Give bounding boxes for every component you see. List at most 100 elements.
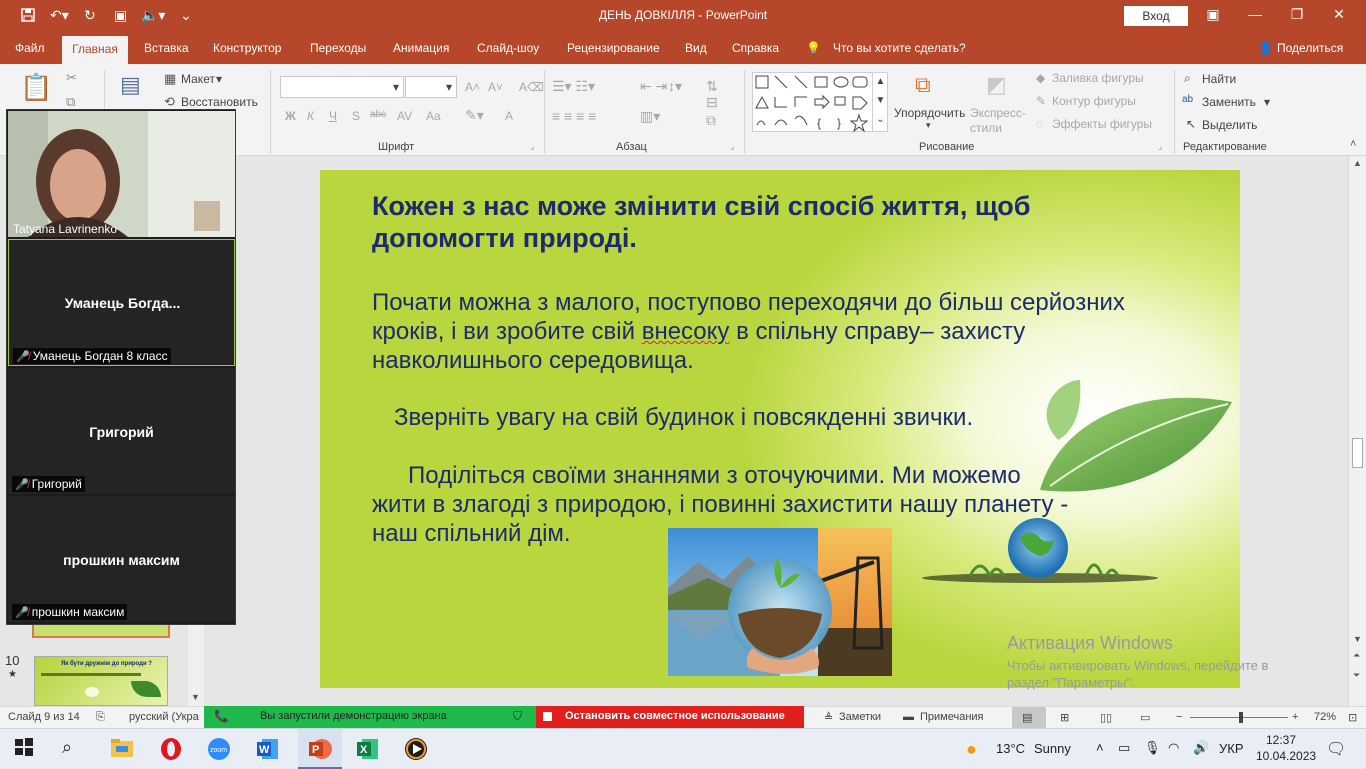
spellcheck-icon[interactable]: ⎘ — [96, 711, 105, 724]
shapes-gallery-scroll[interactable]: ▲ ▼ ⌄ — [872, 72, 888, 132]
find-button[interactable]: Найти — [1202, 72, 1236, 86]
shapes-gallery[interactable]: {} — [752, 72, 888, 133]
scroll-down-icon[interactable]: ▼ — [1353, 634, 1362, 644]
earth-in-hand-photo[interactable] — [668, 528, 892, 676]
fit-to-window-icon[interactable]: ⊡ — [1348, 711, 1357, 724]
clock-date[interactable]: 10.04.2023 — [1256, 749, 1316, 763]
slide-paragraph-1[interactable]: Почати можна з малого, поступово переход… — [372, 288, 1172, 375]
align-text-icon[interactable]: ⊟ — [706, 94, 718, 111]
weather-condition[interactable]: Sunny — [1034, 741, 1071, 756]
scroll-up-icon[interactable]: ▲ — [1353, 158, 1362, 168]
smartart-icon[interactable]: ⧉ — [706, 112, 716, 129]
replace-button[interactable]: Заменить — [1202, 95, 1256, 109]
next-slide-icon[interactable]: ⏷ — [1353, 670, 1360, 681]
zoom-slider-thumb[interactable] — [1238, 712, 1243, 723]
font-name-combo[interactable]: ▾ — [280, 76, 404, 98]
prev-slide-icon[interactable]: ⏶ — [1353, 650, 1360, 661]
tell-me-search[interactable]: Что вы хотите сделать? — [833, 41, 966, 55]
weather-sun-icon[interactable]: ● — [966, 739, 977, 760]
slideshow-view-icon[interactable]: ▭ — [1140, 711, 1150, 724]
slide-heading[interactable]: Кожен з нас може змінити свій спосіб жит… — [372, 190, 1172, 254]
arrange-icon[interactable]: ⧉ — [915, 72, 931, 98]
align-icons[interactable]: ≡ ≡ ≡ ≡ — [552, 108, 596, 124]
line-spacing-icon[interactable]: ↕▾ — [668, 78, 682, 95]
slide-paragraph-3-line-2[interactable]: жити в злагоді з природою, і повинні зах… — [372, 490, 1172, 519]
tab-file[interactable]: Файл — [15, 41, 45, 55]
participant-tile-active-speaker[interactable]: Уманець Богда... 🎤̸ Уманець Богдан 8 клас… — [8, 239, 235, 366]
show-hidden-icons[interactable]: ˄ — [1096, 740, 1104, 755]
change-case-button[interactable]: Aa — [426, 109, 441, 123]
slide-counter[interactable]: Слайд 9 из 14 — [8, 711, 80, 723]
participant-tile[interactable]: прошкин максим 🎤̸ прошкин максим — [8, 496, 235, 622]
language-indicator[interactable]: русский (Укра — [129, 711, 199, 723]
tab-view[interactable]: Вид — [685, 41, 707, 55]
powerpoint-taskbar-active[interactable]: P — [298, 729, 342, 769]
windows-start-icon[interactable] — [14, 737, 38, 761]
strikethrough-button[interactable]: abc — [370, 109, 386, 120]
reading-view-icon[interactable]: ▯▯ — [1100, 711, 1112, 724]
grow-font-icon[interactable]: A˄ — [465, 80, 480, 94]
stop-share-button[interactable]: Остановить совместное использование — [536, 706, 804, 728]
highlight-icon[interactable]: ✎▾ — [465, 107, 484, 124]
word-icon[interactable]: W — [256, 737, 280, 761]
participant-video-tile[interactable]: Tatyana Lavrinenko — [8, 111, 235, 237]
new-slide-icon[interactable]: ▤ — [120, 72, 141, 98]
shadow-button[interactable]: S — [352, 109, 360, 123]
quick-styles-icon[interactable]: ◩ — [986, 72, 1007, 98]
shrink-font-icon[interactable]: A˅ — [488, 80, 503, 94]
microphone-icon[interactable]: 🎙 — [1144, 740, 1161, 756]
font-color-button[interactable]: A — [505, 109, 513, 123]
battery-icon[interactable]: ▭ — [1118, 740, 1130, 756]
shape-outline-button[interactable]: Контур фигуры — [1052, 94, 1136, 108]
tab-transitions[interactable]: Переходы — [310, 41, 366, 55]
comments-button[interactable]: Примечания — [920, 711, 984, 723]
minimize-icon[interactable]: — — [1240, 6, 1270, 22]
copy-icon[interactable]: ⧉ — [66, 94, 75, 110]
text-direction-icon[interactable]: ⇅ — [706, 78, 718, 95]
tab-animations[interactable]: Анимация — [393, 41, 449, 55]
participant-tile[interactable]: Григорий 🎤̸ Григорий — [8, 368, 235, 494]
slide-paragraph-3-line-1[interactable]: Поділіться своїми знаннями з оточуючими.… — [408, 461, 1208, 490]
notifications-icon[interactable]: 🗨 — [1326, 739, 1346, 759]
wifi-icon[interactable]: ◠ — [1168, 740, 1179, 756]
slide-sorter-icon[interactable]: ⊞ — [1060, 711, 1069, 724]
select-button[interactable]: Выделить — [1202, 118, 1257, 132]
thumbnail-slide-10[interactable]: Як бути дружнім до природи ? — [34, 656, 168, 706]
excel-icon[interactable]: X — [356, 737, 380, 761]
editor-scrollbar[interactable]: ▲ ▼ ⏶ ⏷ — [1348, 156, 1366, 706]
volume-icon[interactable]: 🔊 — [1193, 740, 1209, 756]
maximize-icon[interactable]: ❐ — [1282, 6, 1312, 23]
tab-insert[interactable]: Вставка — [144, 41, 189, 55]
scroll-thumb[interactable] — [1352, 438, 1363, 468]
char-spacing-button[interactable]: AV — [397, 109, 412, 123]
file-explorer-icon[interactable] — [110, 737, 134, 761]
sign-in-button[interactable]: Вход — [1124, 6, 1188, 26]
tab-design[interactable]: Конструктор — [213, 41, 281, 55]
tab-review[interactable]: Рецензирование — [567, 41, 660, 55]
italic-button[interactable]: К — [307, 109, 314, 123]
shape-fill-button[interactable]: Заливка фигуры — [1052, 71, 1144, 85]
opera-icon[interactable] — [159, 737, 183, 761]
temperature[interactable]: 13°C — [996, 741, 1025, 756]
bullets-icon[interactable]: ☰▾ ☷▾ — [552, 78, 595, 95]
zoom-app-icon[interactable]: zoom — [207, 737, 231, 761]
search-icon[interactable]: ⌕ — [62, 737, 86, 761]
share-button[interactable]: Поделиться — [1277, 41, 1343, 55]
zoom-out-icon[interactable]: − — [1176, 711, 1182, 723]
underline-button[interactable]: Ч — [329, 109, 337, 123]
slide-canvas[interactable]: Кожен з нас може змінити свій спосіб жит… — [320, 170, 1240, 688]
shape-effects-button[interactable]: Эффекты фигуры — [1052, 117, 1152, 131]
ribbon-display-options-icon[interactable]: ▣ — [1198, 6, 1228, 23]
paste-icon[interactable]: 📋 — [20, 72, 52, 103]
bold-button[interactable]: Ж — [285, 109, 296, 123]
input-language[interactable]: УКР — [1219, 741, 1244, 756]
tab-help[interactable]: Справка — [732, 41, 779, 55]
cut-icon[interactable]: ✂ — [66, 70, 77, 86]
arrange-button[interactable]: Упорядочить — [894, 106, 965, 120]
tab-slideshow[interactable]: Слайд-шоу — [477, 41, 539, 55]
quick-styles-button[interactable]: Экспресс-стили — [970, 106, 1030, 136]
collapse-ribbon-icon[interactable]: ˄ — [1350, 138, 1356, 150]
columns-icon[interactable]: ▥▾ — [640, 108, 660, 125]
close-icon[interactable]: ✕ — [1324, 6, 1354, 23]
slide-paragraph-2[interactable]: Зверніть увагу на свій будинок і повсякд… — [394, 403, 1194, 432]
